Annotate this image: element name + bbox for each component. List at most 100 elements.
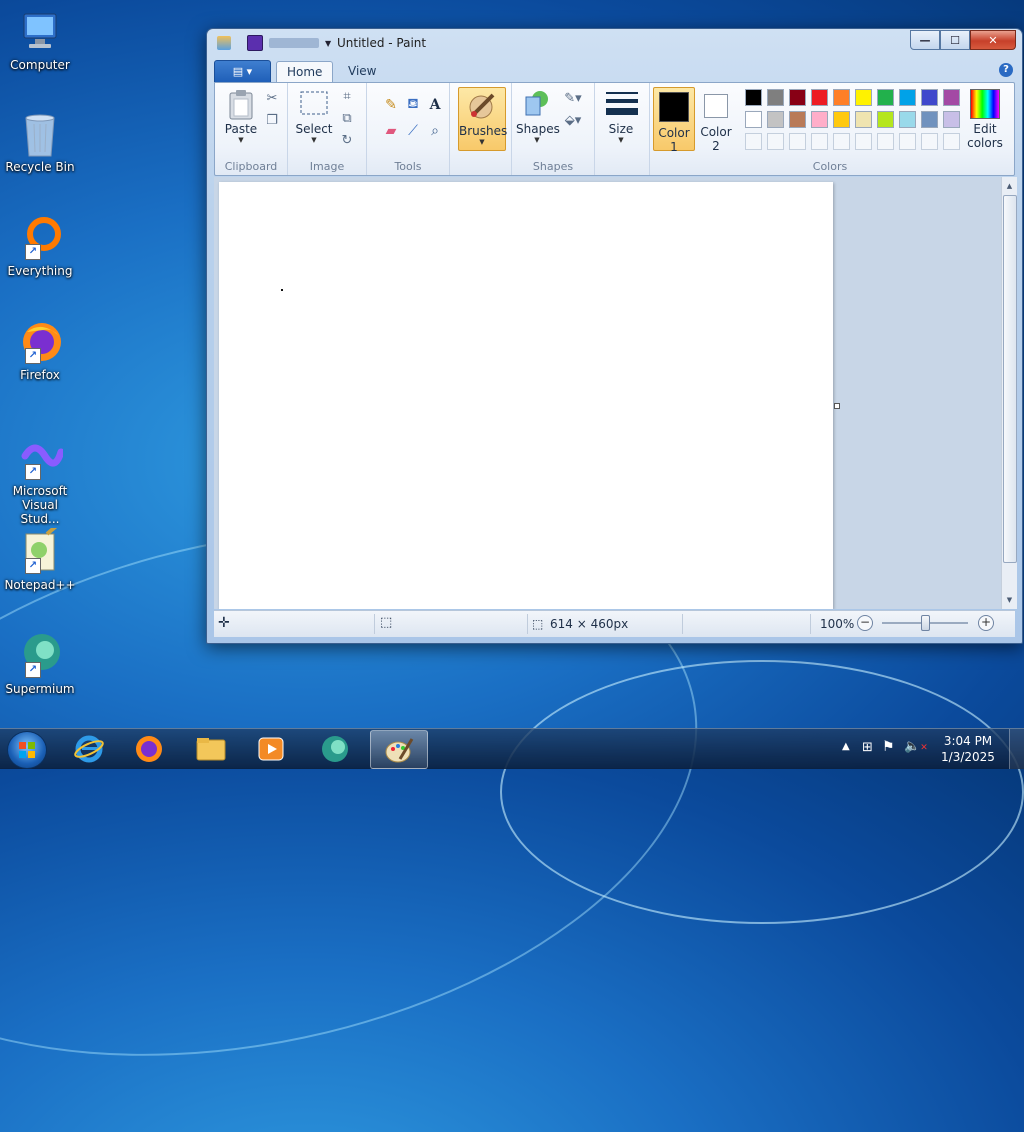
supermium-icon: [322, 735, 348, 762]
taskbar-media-player[interactable]: [244, 730, 298, 767]
palette-swatch[interactable]: [789, 89, 806, 106]
desktop-icon-computer[interactable]: Computer: [4, 8, 76, 72]
shapes-button[interactable]: Shapes ▼: [516, 89, 560, 144]
brushes-button[interactable]: Brushes ▼: [458, 87, 507, 151]
scrollbar-thumb[interactable]: [1003, 195, 1017, 563]
palette-swatch[interactable]: [745, 111, 762, 128]
palette-swatch[interactable]: [855, 111, 872, 128]
size-button[interactable]: Size ▼: [601, 89, 641, 144]
close-button[interactable]: ✕: [970, 30, 1016, 50]
edit-colors-button[interactable]: Edit colors: [964, 89, 1006, 150]
zoom-out-button[interactable]: −: [857, 615, 873, 631]
desktop-icon-recycle-bin[interactable]: Recycle Bin: [4, 110, 76, 174]
resize-icon[interactable]: ⧉: [338, 109, 356, 127]
desktop-icon-everything[interactable]: ↗ Everything: [4, 214, 76, 278]
custom-color-slot[interactable]: [833, 133, 850, 150]
zoom-in-button[interactable]: +: [978, 615, 994, 631]
custom-color-slot[interactable]: [877, 133, 894, 150]
title-bar[interactable]: ▼ Untitled - Paint — ☐ ✕: [207, 29, 1022, 57]
custom-color-slot[interactable]: [767, 133, 784, 150]
custom-color-slot[interactable]: [789, 133, 806, 150]
clock[interactable]: 3:04 PM 1/3/2025: [938, 733, 998, 765]
taskbar-paint[interactable]: [370, 730, 428, 769]
palette-swatch[interactable]: [855, 89, 872, 106]
desktop-icon-firefox[interactable]: ↗ Firefox: [4, 318, 76, 382]
start-button[interactable]: [7, 731, 47, 769]
action-center-flag-icon[interactable]: ⚑: [882, 739, 895, 755]
palette-swatch[interactable]: [877, 111, 894, 128]
palette-swatch[interactable]: [767, 111, 784, 128]
status-separator: [374, 614, 375, 634]
palette-swatch[interactable]: [943, 111, 960, 128]
tab-home[interactable]: Home: [276, 61, 334, 83]
paint-window[interactable]: ▼ Untitled - Paint — ☐ ✕ ▤ ▾ Home View ?…: [206, 28, 1023, 644]
palette-swatch[interactable]: [921, 89, 938, 106]
crop-icon[interactable]: ⌗: [338, 87, 356, 105]
palette-swatch[interactable]: [921, 111, 938, 128]
taskbar-supermium[interactable]: [308, 730, 362, 767]
palette-swatch[interactable]: [767, 89, 784, 106]
vertical-scrollbar[interactable]: ▲ ▼: [1001, 177, 1017, 609]
custom-color-slot[interactable]: [811, 133, 828, 150]
network-icon[interactable]: ⊞: [862, 740, 873, 755]
palette-swatch[interactable]: [745, 89, 762, 106]
scroll-up-icon[interactable]: ▲: [1002, 179, 1017, 193]
desktop-icon-label: Notepad++: [4, 578, 76, 592]
outline-icon[interactable]: ✎▾: [564, 89, 582, 107]
desktop-icon-notepad-plus-plus[interactable]: ↗ Notepad++: [4, 520, 76, 592]
palette-swatch[interactable]: [811, 89, 828, 106]
customize-toolbar-chevron-icon[interactable]: ▼: [325, 39, 331, 48]
palette-swatch[interactable]: [877, 89, 894, 106]
palette-swatch[interactable]: [833, 111, 850, 128]
eraser-icon[interactable]: ▰: [381, 121, 401, 141]
cut-icon[interactable]: ✂: [263, 89, 281, 107]
paint-menu-button[interactable]: ▤ ▾: [214, 60, 271, 83]
color2-button[interactable]: Color 2: [696, 87, 736, 153]
custom-color-slot[interactable]: [943, 133, 960, 150]
pencil-icon[interactable]: ✎: [381, 95, 401, 115]
taskbar-file-explorer[interactable]: [184, 730, 238, 767]
resize-handle-right[interactable]: [834, 403, 840, 409]
palette-swatch[interactable]: [899, 111, 916, 128]
taskbar-internet-explorer[interactable]: [62, 730, 116, 767]
select-button[interactable]: Select ▼: [294, 89, 334, 144]
desktop-icon-visual-studio[interactable]: ↗ Microsoft Visual Stud...: [4, 434, 76, 526]
tab-view[interactable]: View: [338, 61, 386, 82]
palette-swatch[interactable]: [943, 89, 960, 106]
paste-button[interactable]: Paste ▼: [221, 89, 261, 144]
palette-swatch[interactable]: [811, 111, 828, 128]
volume-muted-icon[interactable]: 🔈✕: [904, 739, 928, 754]
palette-swatch[interactable]: [899, 89, 916, 106]
group-label-shapes: Shapes: [532, 160, 574, 173]
quick-access-toolbar: ▼: [217, 35, 331, 51]
show-hidden-icons-icon[interactable]: ▲: [842, 741, 850, 752]
help-icon[interactable]: ?: [999, 63, 1013, 77]
save-icon[interactable]: [247, 35, 263, 51]
rotate-icon[interactable]: ↻: [338, 131, 356, 149]
canvas-viewport[interactable]: [214, 177, 1001, 609]
text-icon[interactable]: A: [425, 95, 445, 115]
fill-bucket-icon[interactable]: ⛾: [403, 95, 423, 115]
paint-app-icon[interactable]: [217, 36, 231, 50]
show-desktop-button[interactable]: [1009, 729, 1024, 769]
custom-color-slot[interactable]: [921, 133, 938, 150]
custom-color-slot[interactable]: [899, 133, 916, 150]
palette-swatch[interactable]: [789, 111, 806, 128]
color-picker-icon[interactable]: ⟋: [403, 121, 423, 141]
fill-icon[interactable]: ⬙▾: [564, 111, 582, 129]
magnifier-icon[interactable]: ⌕: [425, 121, 445, 141]
palette-swatch[interactable]: [833, 89, 850, 106]
scroll-down-icon[interactable]: ▼: [1002, 593, 1017, 607]
copy-icon[interactable]: ❐: [263, 111, 281, 129]
edit-colors-label-2: colors: [967, 136, 1003, 150]
color1-button[interactable]: Color 1: [653, 87, 695, 154]
desktop-icon-supermium[interactable]: ↗ Supermium: [4, 632, 76, 696]
quick-access-buttons[interactable]: [269, 38, 319, 48]
zoom-slider-thumb[interactable]: [921, 615, 930, 631]
custom-color-slot[interactable]: [855, 133, 872, 150]
drawing-canvas[interactable]: [219, 182, 833, 609]
custom-color-slot[interactable]: [745, 133, 762, 150]
maximize-button[interactable]: ☐: [940, 30, 970, 50]
taskbar-firefox[interactable]: [122, 730, 176, 767]
minimize-button[interactable]: —: [910, 30, 940, 50]
